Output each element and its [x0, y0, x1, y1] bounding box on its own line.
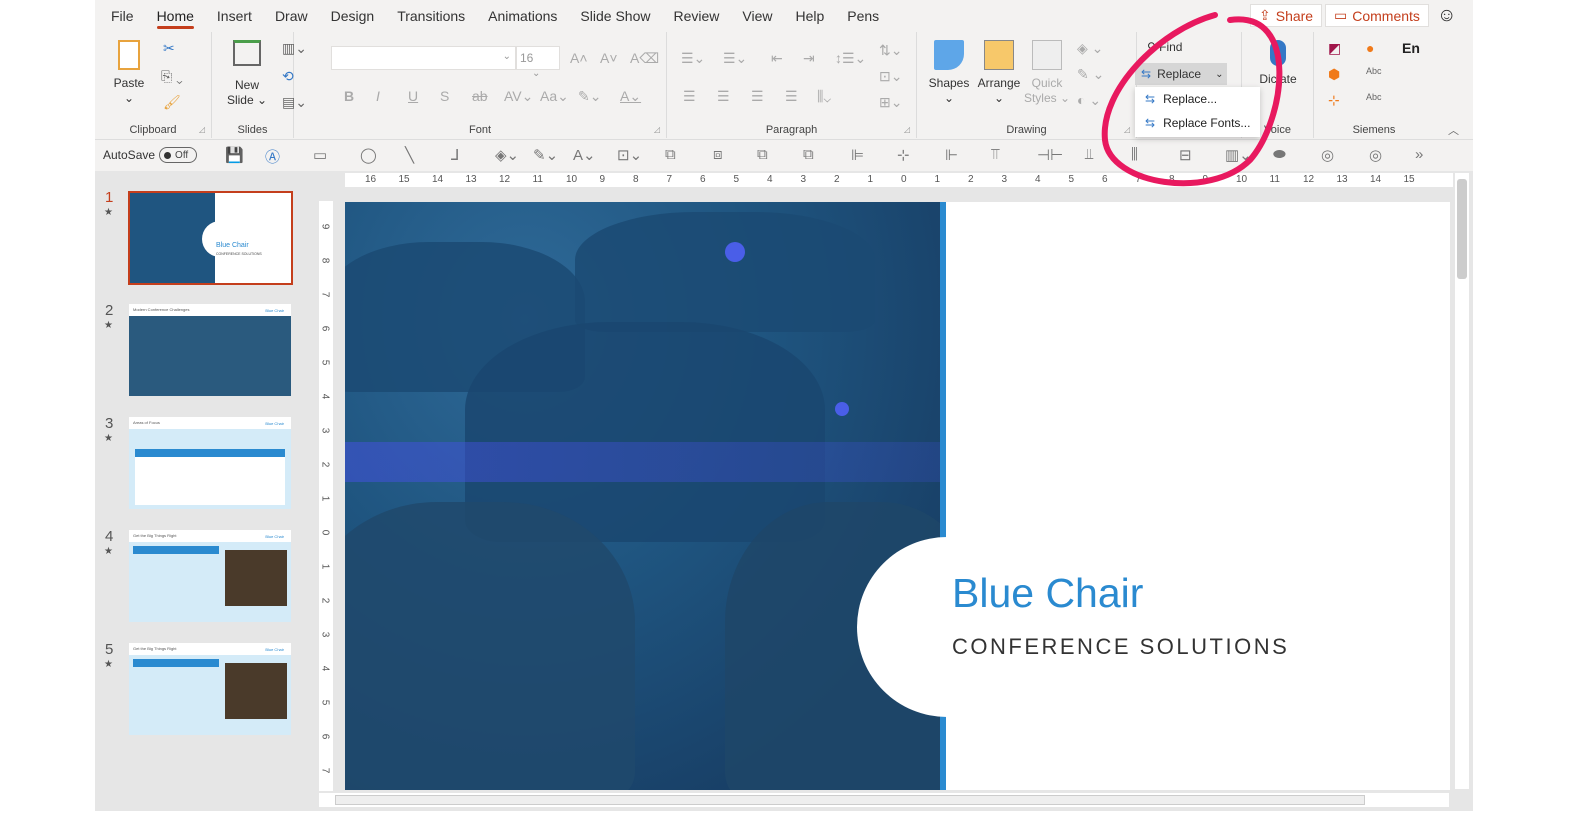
annotation-circle — [1101, 12, 1283, 187]
